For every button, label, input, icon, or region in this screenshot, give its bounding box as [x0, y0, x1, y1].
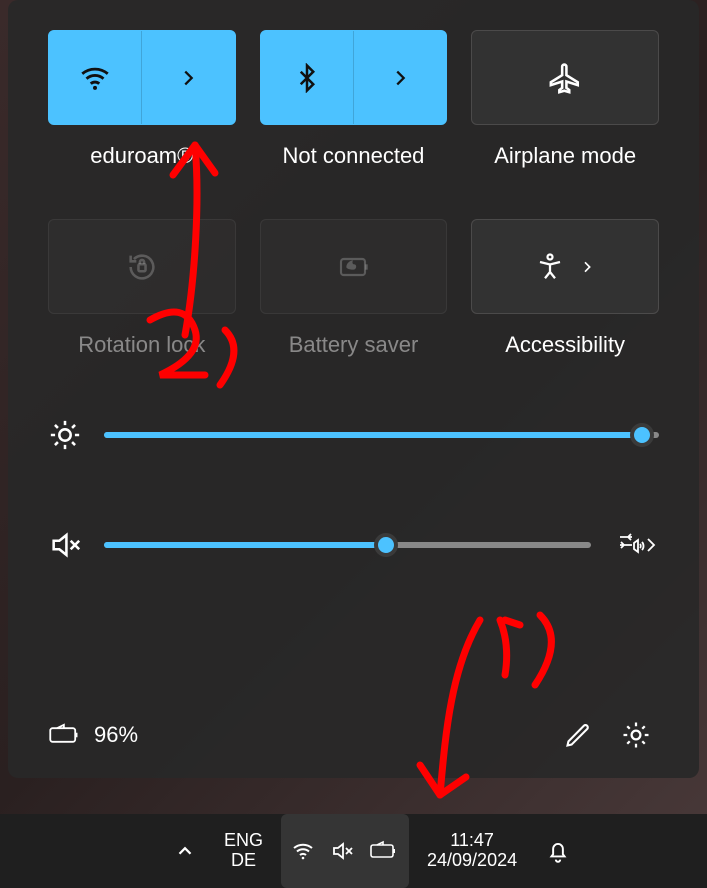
volume-slider[interactable]: [104, 542, 591, 548]
language-switcher[interactable]: ENG DE: [214, 814, 273, 888]
wifi-toggle[interactable]: [49, 31, 142, 124]
tile-bluetooth-block: Not connected: [260, 30, 448, 169]
chevron-right-icon: [389, 67, 411, 89]
audio-output-button[interactable]: [613, 522, 659, 568]
tile-battery-block: Battery saver: [260, 219, 448, 358]
chevron-up-icon: [174, 840, 196, 862]
clock[interactable]: 11:47 24/09/2024: [417, 814, 527, 888]
pencil-icon: [564, 721, 592, 749]
tile-accessibility[interactable]: [471, 219, 659, 314]
wifi-expand[interactable]: [142, 31, 234, 124]
brightness-icon: [48, 418, 82, 452]
system-tray-group[interactable]: [281, 814, 409, 888]
settings-button[interactable]: [613, 712, 659, 758]
tile-airplane-block: Airplane mode: [471, 30, 659, 169]
brightness-slider[interactable]: [104, 432, 659, 438]
tile-rotation-label: Rotation lock: [78, 332, 205, 358]
battery-icon: [48, 722, 82, 748]
battery-icon: [369, 840, 399, 862]
tile-accessibility-block: Accessibility: [471, 219, 659, 358]
tile-wifi[interactable]: [48, 30, 236, 125]
tile-bluetooth[interactable]: [260, 30, 448, 125]
tile-battery-saver[interactable]: [260, 219, 448, 314]
quick-settings-panel: eduroam® Not connected: [8, 0, 699, 778]
battery-saver-icon: [333, 252, 373, 282]
chevron-right-icon: [579, 259, 595, 275]
brightness-row: [48, 418, 659, 452]
bluetooth-expand[interactable]: [354, 31, 446, 124]
tile-airplane[interactable]: [471, 30, 659, 125]
tile-bluetooth-label: Not connected: [283, 143, 425, 169]
tile-accessibility-label: Accessibility: [505, 332, 625, 358]
lang-primary: ENG: [224, 831, 263, 851]
tile-rotation[interactable]: [48, 219, 236, 314]
tile-wifi-block: eduroam®: [48, 30, 236, 169]
lang-secondary: DE: [231, 851, 256, 871]
bluetooth-toggle[interactable]: [261, 31, 354, 124]
wifi-icon: [291, 839, 315, 863]
battery-percentage: 96%: [94, 722, 138, 748]
clock-date: 24/09/2024: [427, 851, 517, 871]
bluetooth-icon: [292, 63, 322, 93]
edit-quick-settings-button[interactable]: [555, 712, 601, 758]
taskbar: ENG DE 11:47 24/09/2024: [0, 814, 707, 888]
bell-icon: [545, 838, 571, 864]
notifications-button[interactable]: [535, 814, 581, 888]
airplane-icon: [548, 61, 582, 95]
volume-mute-icon: [329, 839, 355, 863]
tile-wifi-label: eduroam®: [90, 143, 193, 169]
wifi-icon: [78, 61, 112, 95]
volume-mute-icon: [48, 528, 82, 562]
accessibility-icon: [535, 252, 565, 282]
tray-overflow-button[interactable]: [164, 814, 206, 888]
rotation-lock-icon: [125, 250, 159, 284]
tile-battery-label: Battery saver: [289, 332, 419, 358]
tile-airplane-label: Airplane mode: [494, 143, 636, 169]
tiles-grid: eduroam® Not connected: [48, 30, 659, 358]
audio-output-icon: [616, 531, 656, 559]
volume-row: [48, 522, 659, 568]
gear-icon: [621, 720, 651, 750]
tile-rotation-block: Rotation lock: [48, 219, 236, 358]
sliders-section: [48, 418, 659, 608]
chevron-right-icon: [177, 67, 199, 89]
panel-bottom-row: 96%: [48, 712, 659, 758]
clock-time: 11:47: [450, 831, 494, 851]
